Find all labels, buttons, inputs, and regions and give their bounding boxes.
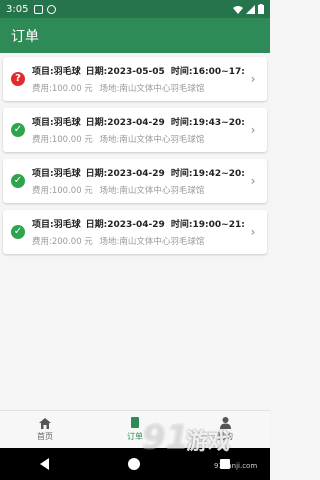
home-icon xyxy=(39,417,51,429)
book-icon xyxy=(131,417,139,428)
order-card[interactable]: ✓ 项目:羽毛球日期:2023-04-29 时间:19:42~20:42 费用:… xyxy=(3,159,267,203)
order-fee: 费用:100.00 元 xyxy=(32,135,93,145)
order-project: 项目:羽毛球 xyxy=(32,67,81,77)
order-fee: 费用:100.00 元 xyxy=(32,186,93,196)
chevron-right-icon: › xyxy=(250,123,256,137)
order-card[interactable]: ✓ 项目:羽毛球日期:2023-04-29 时间:19:43~20:43 费用:… xyxy=(3,108,267,152)
order-project: 项目:羽毛球 xyxy=(32,220,81,230)
order-list: ? 项目:羽毛球日期:2023-05-05 时间:16:00~17:00 费用:… xyxy=(3,57,267,261)
recents-icon[interactable] xyxy=(220,459,231,469)
page-title: 订单 xyxy=(11,28,39,45)
check-icon: ✓ xyxy=(11,225,25,239)
order-date: 日期:2023-04-29 xyxy=(85,118,165,128)
order-date: 日期:2023-04-29 xyxy=(85,169,165,179)
home-circle-icon[interactable] xyxy=(128,458,141,470)
order-venue: 场地:南山文体中心羽毛球馆 xyxy=(99,237,205,247)
order-project: 项目:羽毛球 xyxy=(32,169,81,179)
notification-icon xyxy=(34,4,44,14)
order-venue: 场地:南山文体中心羽毛球馆 xyxy=(99,186,205,196)
wifi-icon xyxy=(233,5,243,14)
status-time: 3:05 xyxy=(6,3,29,15)
chevron-right-icon: › xyxy=(250,72,256,86)
nav-orders[interactable]: 订单 xyxy=(90,411,180,448)
sync-icon xyxy=(47,4,57,14)
order-time: 时间:19:00~21:00 xyxy=(170,220,245,230)
nav-profile[interactable]: 我的 xyxy=(180,411,270,448)
screen: 3:05 订单 ? 项目:羽毛球 日期:2023-05-05 时间:16:00~1… xyxy=(0,0,270,480)
order-fee: 费用:200.00 元 xyxy=(32,237,93,247)
order-time: 时间:16:00~17:00 xyxy=(170,67,245,77)
order-venue: 场地:南山文体中心羽毛球馆 xyxy=(99,135,205,145)
bottom-nav: 首页 订单 我的 xyxy=(0,410,270,448)
nav-home-label: 首页 xyxy=(37,431,53,441)
order-time: 时间:19:42~20:42 xyxy=(170,169,245,179)
nav-profile-label: 我的 xyxy=(217,432,233,441)
order-date: 日期:2023-04-29 xyxy=(85,220,165,230)
nav-home[interactable]: 首页 xyxy=(0,411,90,448)
system-nav-bar xyxy=(0,448,270,480)
nav-orders-label: 订单 xyxy=(127,432,143,441)
check-icon: ✓ xyxy=(11,123,25,137)
chevron-right-icon: › xyxy=(250,174,256,188)
chevron-right-icon: › xyxy=(250,225,256,239)
app-bar: 订单 xyxy=(0,18,270,53)
order-card[interactable]: ✓ 项目:羽毛球日期:2023-04-29 时间:19:00~21:00 费用:… xyxy=(3,210,267,254)
order-time: 时间:19:43~20:43 xyxy=(170,118,245,128)
battery-icon xyxy=(258,4,264,14)
signal-icon xyxy=(246,4,255,14)
order-venue: 场地:南山文体中心羽毛球馆 xyxy=(99,84,205,94)
order-fee: 费用:100.00 元 xyxy=(32,84,93,94)
order-date: 日期:2023-05-05 xyxy=(85,67,165,77)
order-project: 项目:羽毛球 xyxy=(32,118,81,128)
check-icon: ✓ xyxy=(11,174,25,188)
status-bar: 3:05 xyxy=(0,0,270,18)
order-card[interactable]: ? 项目:羽毛球日期:2023-05-05 时间:16:00~17:00 费用:… xyxy=(3,57,267,101)
back-icon[interactable] xyxy=(39,458,49,470)
person-icon xyxy=(219,417,231,429)
question-icon: ? xyxy=(11,72,25,86)
